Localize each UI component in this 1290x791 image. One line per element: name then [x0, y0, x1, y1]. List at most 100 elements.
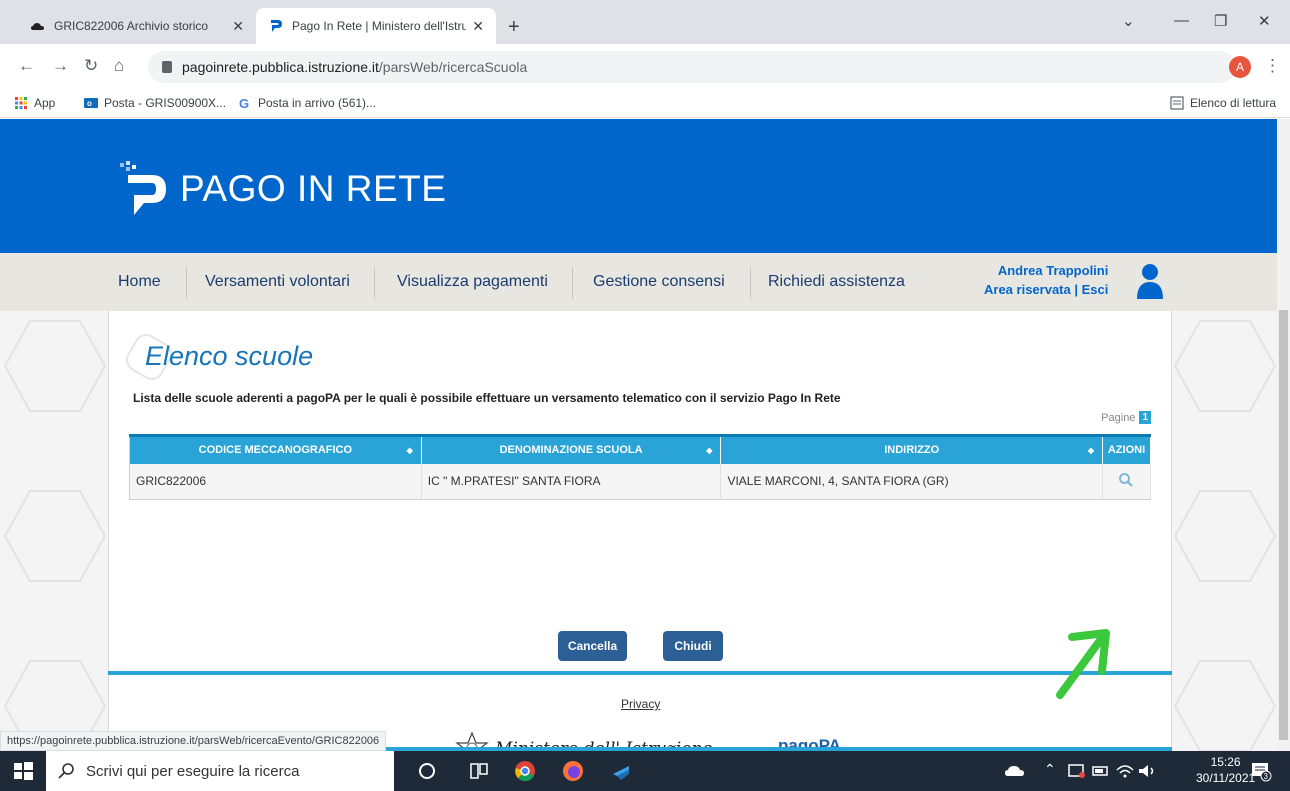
scrollbar-thumb[interactable] — [1279, 310, 1288, 740]
system-clock[interactable]: 15:26 30/11/2021 — [1196, 754, 1255, 786]
table-row: GRIC822006 IC " M.PRATESI" SANTA FIORA V… — [129, 463, 1152, 500]
site-brand: PAGO IN RETE — [180, 168, 447, 209]
profile-avatar[interactable]: A — [1229, 56, 1251, 78]
taskbar-search-placeholder: Scrivi qui per eseguire la ricerca — [86, 762, 300, 780]
nav-gestione-consensi[interactable]: Gestione consensi — [593, 273, 725, 291]
back-icon[interactable]: ← — [18, 56, 35, 76]
page-subtitle: Lista delle scuole aderenti a pagoPA per… — [133, 391, 841, 405]
nav-divider — [186, 267, 187, 299]
tray-app-icon[interactable] — [1066, 760, 1088, 782]
site-header: PAGO IN RETE — [0, 119, 1277, 253]
status-bar-url: https://pagoinrete.pubblica.istruzione.i… — [0, 731, 387, 751]
address-bar[interactable]: pagoinrete.pubblica.istruzione.it /parsW… — [148, 51, 1236, 83]
privacy-link[interactable]: Privacy — [621, 697, 660, 711]
firefox-icon[interactable] — [562, 760, 584, 782]
bookmark-posta[interactable]: o Posta - GRIS00900X... — [84, 96, 226, 110]
windows-taskbar: Scrivi qui per eseguire la ricerca ⌃ 15:… — [0, 751, 1290, 791]
minimize-icon[interactable]: — — [1174, 12, 1189, 29]
app-icon[interactable] — [610, 760, 632, 782]
cortana-icon[interactable] — [416, 760, 438, 782]
close-button[interactable]: Chiudi — [663, 631, 723, 661]
nav-visualizza-pagamenti[interactable]: Visualizza pagamenti — [397, 273, 548, 291]
nav-divider — [750, 267, 751, 299]
bookmark-label: Posta - GRIS00900X... — [104, 96, 227, 110]
pagination-label: Pagine — [1101, 411, 1136, 424]
bookmark-label: App — [34, 96, 56, 110]
reading-list[interactable]: Elenco di lettura — [1170, 96, 1276, 110]
green-arrow-annotation — [1056, 629, 1110, 699]
notifications-icon[interactable]: 3 — [1250, 760, 1272, 782]
site-nav: Home Versamenti volontari Visualizza pag… — [0, 253, 1277, 311]
search-icon — [58, 763, 74, 779]
page-viewport: PAGO IN RETE Home Versamenti volontari V… — [0, 119, 1277, 751]
windows-start-icon[interactable] — [12, 760, 34, 782]
pagination: Pagine 1 — [1101, 411, 1151, 424]
svg-text:3: 3 — [1264, 772, 1269, 781]
clock-date: 30/11/2021 — [1196, 771, 1256, 785]
close-tab-icon[interactable]: ✕ — [472, 18, 484, 35]
apps-grid-icon — [15, 97, 27, 109]
tab-pago-in-rete[interactable]: Pago In Rete | Ministero dell'Istru ✕ — [256, 8, 496, 44]
cloud-icon — [31, 23, 44, 30]
task-view-icon[interactable] — [468, 760, 490, 782]
column-header-indirizzo[interactable]: INDIRIZZO ◆ — [720, 434, 1103, 464]
cell-indirizzo: VIALE MARCONI, 4, SANTA FIORA (GR) — [720, 463, 1103, 500]
restore-icon[interactable]: ❐ — [1214, 12, 1227, 30]
nav-richiedi-assistenza[interactable]: Richiedi assistenza — [768, 273, 905, 291]
nav-versamenti-volontari[interactable]: Versamenti volontari — [205, 273, 350, 291]
schools-table: CODICE MECCANOGRAFICO ◆ DENOMINAZIONE SCU… — [129, 434, 1152, 500]
nav-divider — [374, 267, 375, 299]
battery-icon[interactable] — [1090, 760, 1112, 782]
volume-icon[interactable] — [1136, 760, 1158, 782]
column-header-denominazione[interactable]: DENOMINAZIONE SCUOLA ◆ — [421, 434, 722, 464]
column-header-codice[interactable]: CODICE MECCANOGRAFICO ◆ — [129, 434, 422, 464]
clock-time: 15:26 — [1210, 755, 1241, 769]
pago-in-rete-logo-icon — [120, 161, 166, 215]
sort-icon: ◆ — [406, 446, 413, 455]
new-tab-icon[interactable]: + — [508, 16, 520, 39]
bookmark-app[interactable]: App — [14, 96, 55, 110]
tab-search-icon[interactable]: ⌄ — [1122, 12, 1135, 30]
close-window-icon[interactable]: ✕ — [1258, 12, 1271, 30]
search-icon[interactable] — [1118, 472, 1134, 488]
taskbar-search[interactable]: Scrivi qui per eseguire la ricerca — [46, 751, 394, 791]
footer-divider — [108, 671, 1172, 675]
google-icon: G — [239, 96, 249, 110]
browser-tab-bar: GRIC822006 Archivio storico ✕ Pago In Re… — [0, 0, 1290, 44]
chrome-icon[interactable] — [514, 760, 536, 782]
lock-icon — [162, 61, 172, 73]
wifi-icon[interactable] — [1114, 760, 1136, 782]
row-actions — [1102, 463, 1152, 500]
user-links[interactable]: Area riservata | Esci — [984, 280, 1108, 299]
forward-icon[interactable]: → — [52, 56, 69, 76]
cancel-button[interactable]: Cancella — [558, 631, 627, 661]
user-name: Andrea Trappolini — [997, 263, 1109, 278]
user-icon — [1137, 264, 1163, 299]
main-content: Elenco scuole Lista delle scuole aderent… — [108, 311, 1172, 751]
column-header-azioni: AZIONI — [1102, 434, 1152, 464]
bookmarks-bar: App o Posta - GRIS00900X... G Posta in a… — [0, 90, 1290, 118]
page-number[interactable]: 1 — [1139, 411, 1151, 424]
home-icon[interactable]: ⌂ — [114, 56, 124, 76]
chevron-up-icon[interactable]: ⌃ — [1044, 761, 1056, 778]
reading-list-label: Elenco di lettura — [1190, 96, 1277, 110]
close-tab-icon[interactable]: ✕ — [232, 18, 244, 35]
onedrive-icon[interactable] — [1004, 760, 1026, 782]
bookmark-inbox[interactable]: G Posta in arrivo (561)... — [238, 96, 376, 110]
outlook-icon: o — [84, 98, 98, 108]
nav-divider — [572, 267, 573, 299]
cell-codice: GRIC822006 — [129, 463, 422, 500]
svg-text:G: G — [239, 96, 249, 110]
url-host: pagoinrete.pubblica.istruzione.it — [182, 59, 379, 75]
bookmark-label: Posta in arrivo (561)... — [258, 96, 377, 110]
tab-archivio[interactable]: GRIC822006 Archivio storico ✕ — [18, 8, 256, 44]
url-path: /parsWeb/ricercaScuola — [378, 59, 528, 75]
menu-icon[interactable]: ⋮ — [1264, 56, 1281, 76]
reload-icon[interactable]: ↻ — [84, 56, 98, 76]
svg-text:o: o — [87, 99, 92, 108]
site-logo[interactable]: PAGO IN RETE — [118, 161, 446, 217]
nav-home[interactable]: Home — [118, 273, 161, 291]
sort-icon: ◆ — [706, 446, 713, 455]
page-title: Elenco scuole — [145, 341, 314, 371]
tab-title: Pago In Rete | Ministero dell'Istru — [292, 19, 467, 33]
